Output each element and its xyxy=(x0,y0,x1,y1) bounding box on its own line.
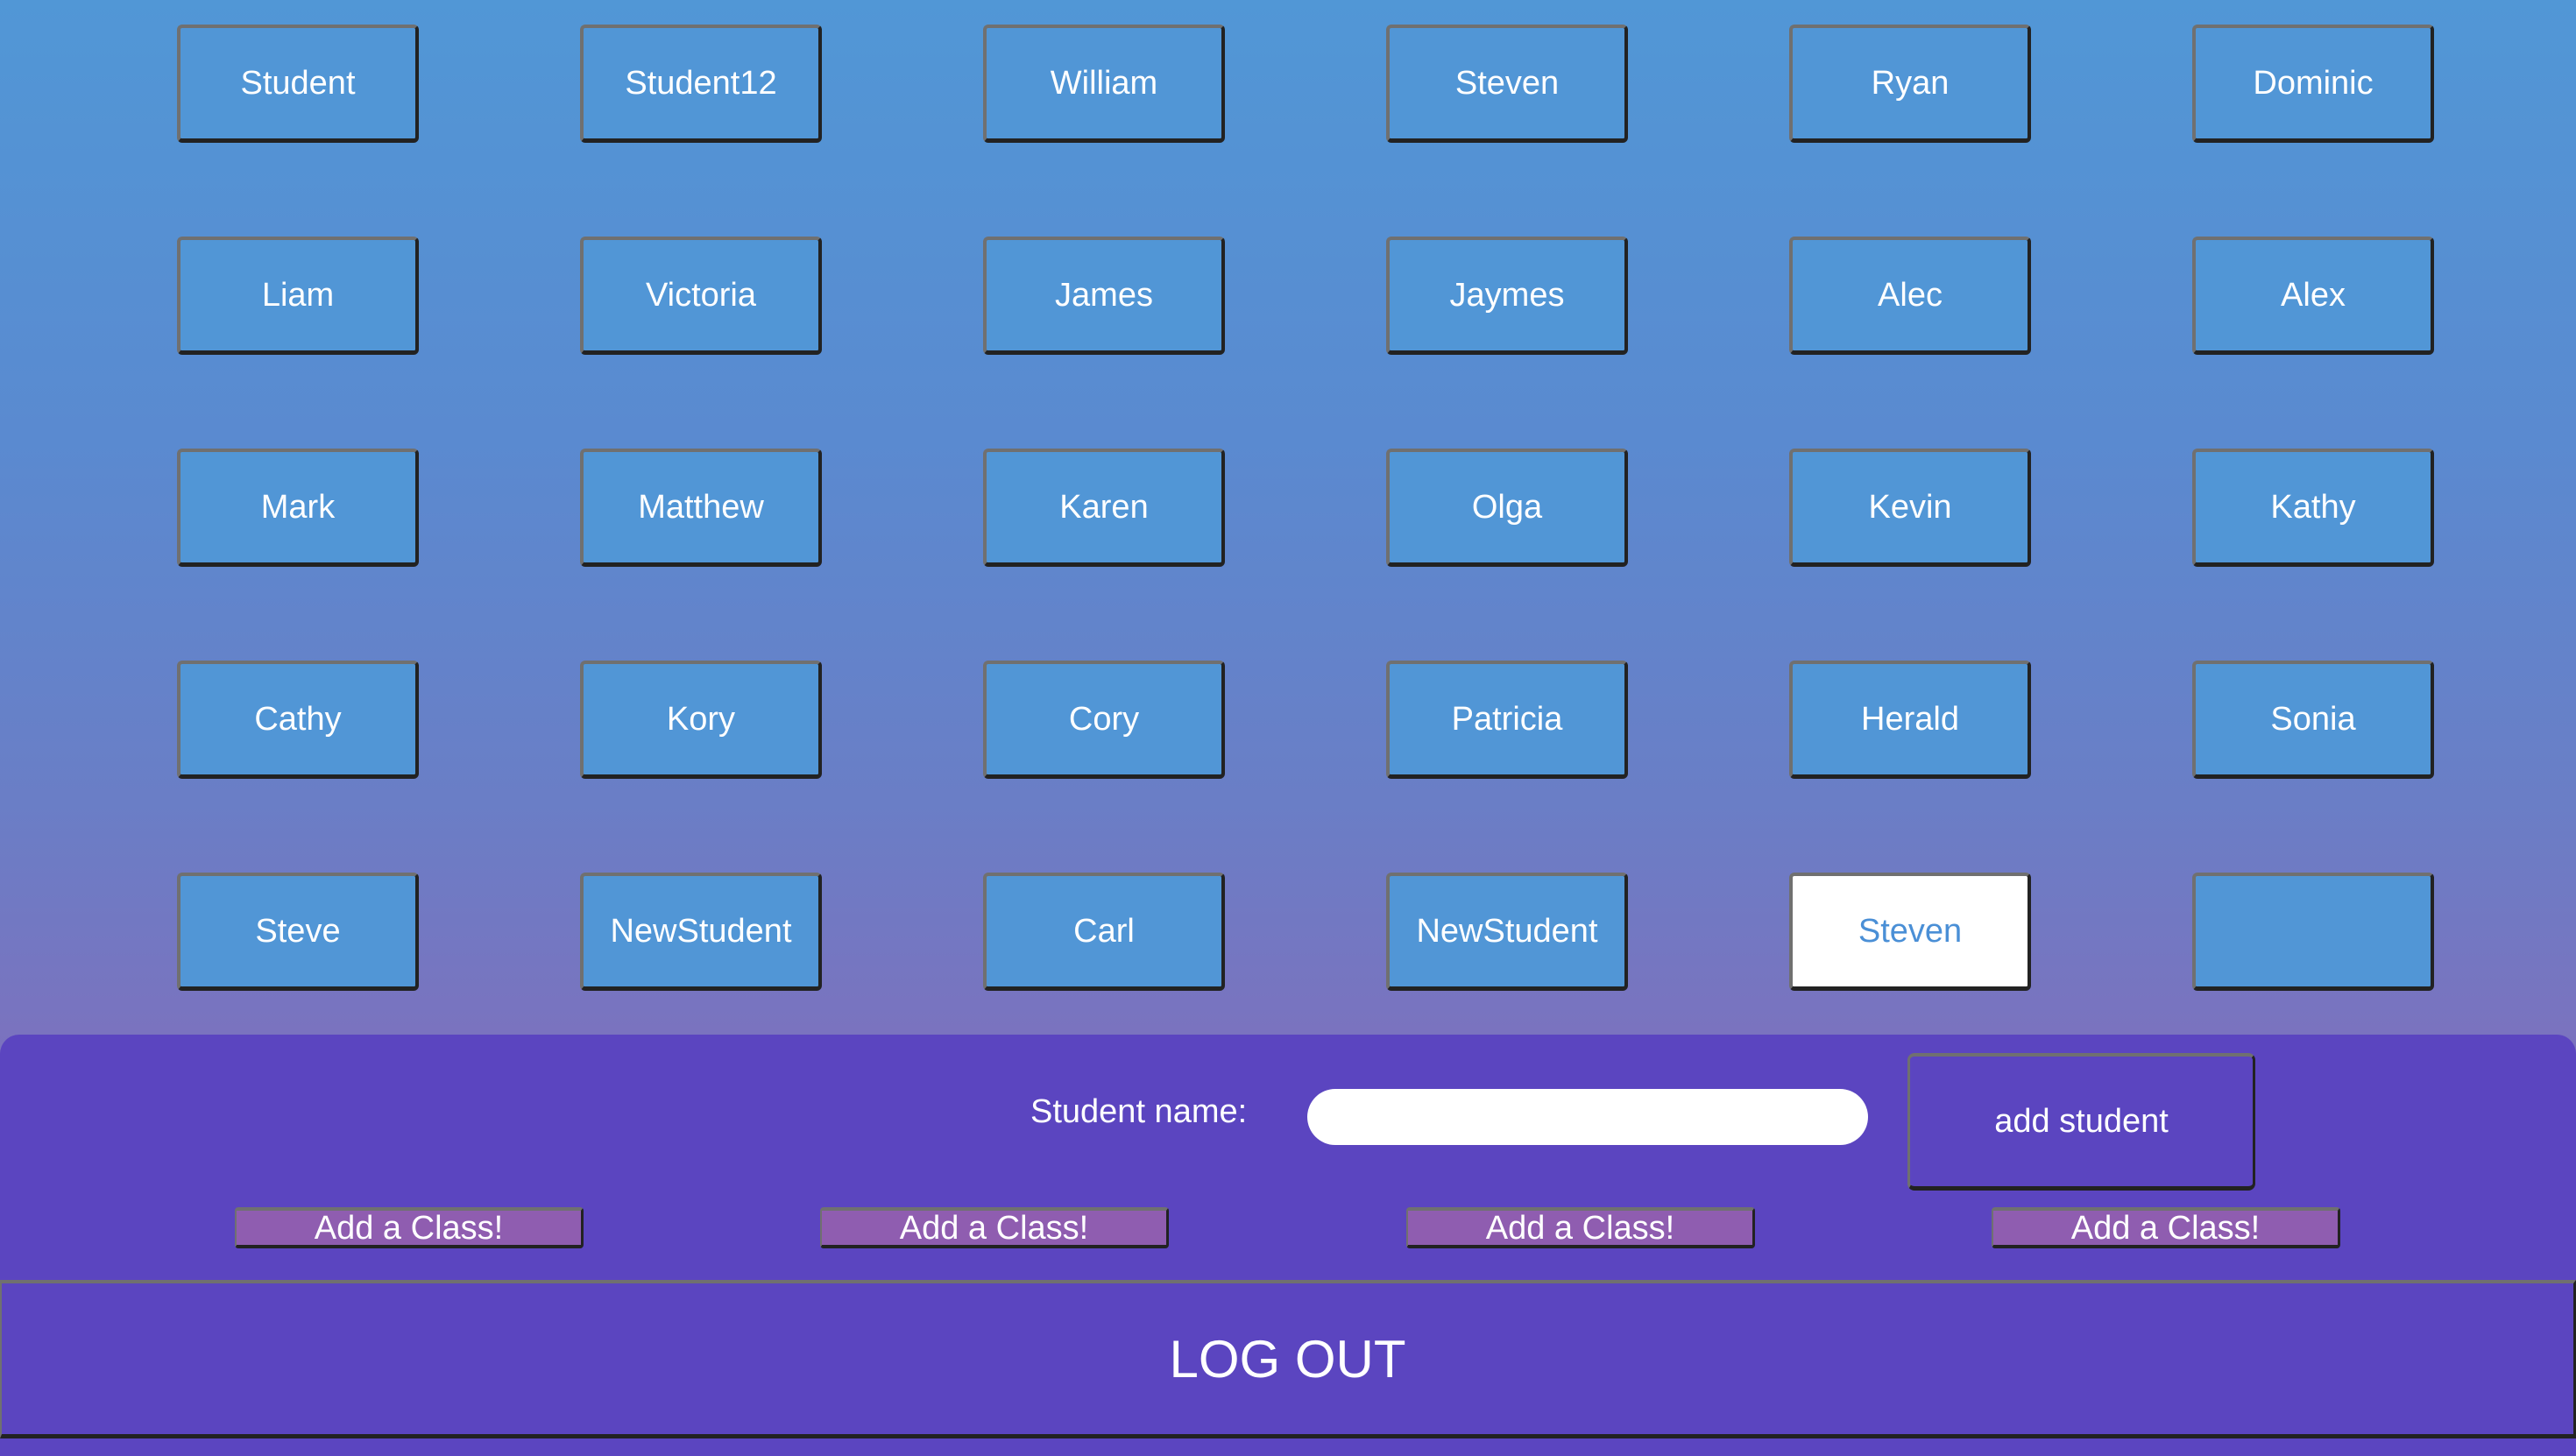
student-button[interactable]: Carl xyxy=(983,873,1225,991)
student-button[interactable]: Steven xyxy=(1386,25,1628,143)
student-button[interactable]: James xyxy=(983,237,1225,355)
student-button[interactable]: Sonia xyxy=(2192,661,2434,779)
student-button[interactable]: NewStudent xyxy=(1386,873,1628,991)
student-button[interactable]: NewStudent xyxy=(580,873,822,991)
student-button[interactable]: Karen xyxy=(983,449,1225,567)
student-grid: Student Student12 William Steven Ryan Dominic… xyxy=(0,0,2576,1035)
student-button[interactable] xyxy=(2192,873,2434,991)
student-button[interactable]: Cathy xyxy=(177,661,419,779)
logout-button[interactable]: LOG OUT xyxy=(0,1280,2576,1438)
student-button[interactable]: Patricia xyxy=(1386,661,1628,779)
student-button[interactable]: Dominic xyxy=(2192,25,2434,143)
student-button[interactable]: Kory xyxy=(580,661,822,779)
add-class-button[interactable]: Add a Class! xyxy=(1992,1207,2340,1248)
add-student-button[interactable]: add student xyxy=(1907,1053,2255,1191)
student-button[interactable]: Jaymes xyxy=(1386,237,1628,355)
student-button[interactable]: Victoria xyxy=(580,237,822,355)
student-button[interactable]: Steven xyxy=(1789,873,2031,991)
student-button[interactable]: Herald xyxy=(1789,661,2031,779)
student-button[interactable]: Cory xyxy=(983,661,1225,779)
add-class-button[interactable]: Add a Class! xyxy=(235,1207,584,1248)
student-name-label: Student name: xyxy=(1030,1093,1248,1130)
student-button[interactable]: Alex xyxy=(2192,237,2434,355)
student-button[interactable]: Liam xyxy=(177,237,419,355)
student-button[interactable]: Ryan xyxy=(1789,25,2031,143)
student-button[interactable]: Kevin xyxy=(1789,449,2031,567)
student-button[interactable]: Kathy xyxy=(2192,449,2434,567)
student-button[interactable]: William xyxy=(983,25,1225,143)
student-button[interactable]: Mark xyxy=(177,449,419,567)
add-class-button[interactable]: Add a Class! xyxy=(1406,1207,1755,1248)
add-class-button[interactable]: Add a Class! xyxy=(820,1207,1169,1248)
student-button[interactable]: Matthew xyxy=(580,449,822,567)
student-button[interactable]: Student xyxy=(177,25,419,143)
student-name-input[interactable] xyxy=(1307,1089,1868,1145)
student-button[interactable]: Olga xyxy=(1386,449,1628,567)
student-button[interactable]: Steve xyxy=(177,873,419,991)
student-button[interactable]: Alec xyxy=(1789,237,2031,355)
student-button[interactable]: Student12 xyxy=(580,25,822,143)
